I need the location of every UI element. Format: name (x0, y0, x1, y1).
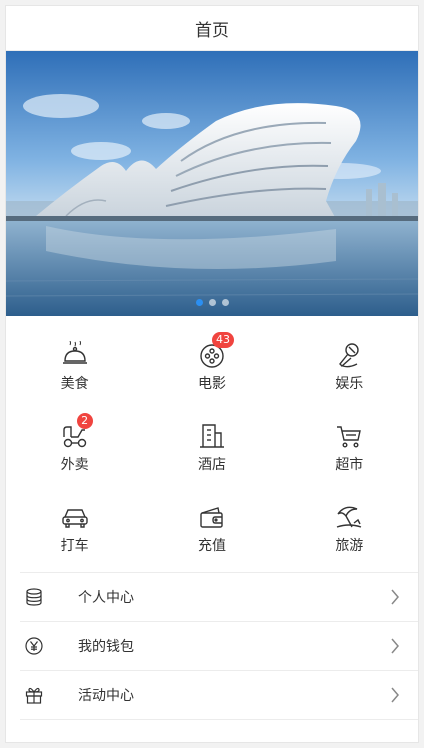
grid-item-supermarket[interactable]: 超市 (281, 407, 418, 488)
list-item-wallet[interactable]: 我的钱包 (20, 621, 418, 670)
page-title: 首页 (195, 20, 229, 41)
nav-bar: 首页 (6, 6, 418, 51)
grid-item-label: 超市 (335, 456, 364, 473)
building-icon (199, 423, 224, 448)
grid-item-food[interactable]: 美食 (6, 326, 143, 407)
grid-item-label: 打车 (60, 537, 89, 554)
grid-item-label: 酒店 (197, 456, 226, 473)
grid-item-label: 外卖 (60, 456, 89, 473)
notification-badge: 43 (211, 331, 234, 348)
chevron-right-icon (391, 589, 399, 605)
carousel-dots (6, 299, 418, 306)
beach-umbrella-icon (337, 506, 362, 528)
carousel-dot[interactable] (195, 299, 203, 306)
list-item-activities[interactable]: 活动中心 (20, 670, 418, 720)
grid-item-movie[interactable]: 43 电影 (143, 326, 280, 407)
carousel-dot[interactable] (221, 299, 229, 306)
banner-carousel[interactable] (6, 51, 418, 316)
grid-item-takeout[interactable]: 2 外卖 (6, 407, 143, 488)
list-item-profile[interactable]: 个人中心 (20, 572, 418, 621)
list-item-label: 个人中心 (78, 590, 134, 606)
grid-item-label: 电影 (197, 375, 226, 392)
dining-cloche-icon (62, 340, 87, 364)
notification-badge: 2 (76, 412, 93, 429)
chevron-right-icon (391, 638, 399, 654)
shopping-cart-icon (337, 425, 362, 448)
grid-item-label: 充值 (197, 537, 226, 554)
database-icon (26, 588, 42, 606)
grid-item-label: 娱乐 (335, 375, 364, 392)
grid-item-recharge[interactable]: 充值 (143, 488, 280, 569)
chevron-right-icon (391, 687, 399, 703)
microphone-icon (339, 342, 360, 367)
menu-list: 个人中心 我的钱包 活动中心 (6, 572, 418, 720)
grid-item-taxi[interactable]: 打车 (6, 488, 143, 569)
category-grid: 美食 43 电影 娱乐 2 外卖 酒店 超市 打车 充值 旅游 (6, 316, 418, 569)
yen-coin-icon (25, 637, 43, 655)
car-icon (61, 508, 88, 528)
carousel-dot[interactable] (208, 299, 216, 306)
banner-image (6, 51, 418, 316)
grid-item-travel[interactable]: 旅游 (281, 488, 418, 569)
gift-icon (25, 687, 43, 704)
list-item-label: 活动中心 (78, 688, 134, 704)
wallet-icon (200, 506, 223, 528)
grid-item-label: 美食 (60, 375, 89, 392)
grid-item-label: 旅游 (335, 537, 364, 554)
grid-item-hotel[interactable]: 酒店 (143, 407, 280, 488)
grid-item-entertainment[interactable]: 娱乐 (281, 326, 418, 407)
app-screen: 首页 美食 43 电影 娱乐 2 外卖 酒店 超市 打车 充值 旅游 个人中心 … (0, 0, 424, 748)
list-item-label: 我的钱包 (78, 639, 134, 655)
home-card: 首页 美食 43 电影 娱乐 2 外卖 酒店 超市 打车 充值 旅游 个人中心 … (5, 5, 419, 743)
